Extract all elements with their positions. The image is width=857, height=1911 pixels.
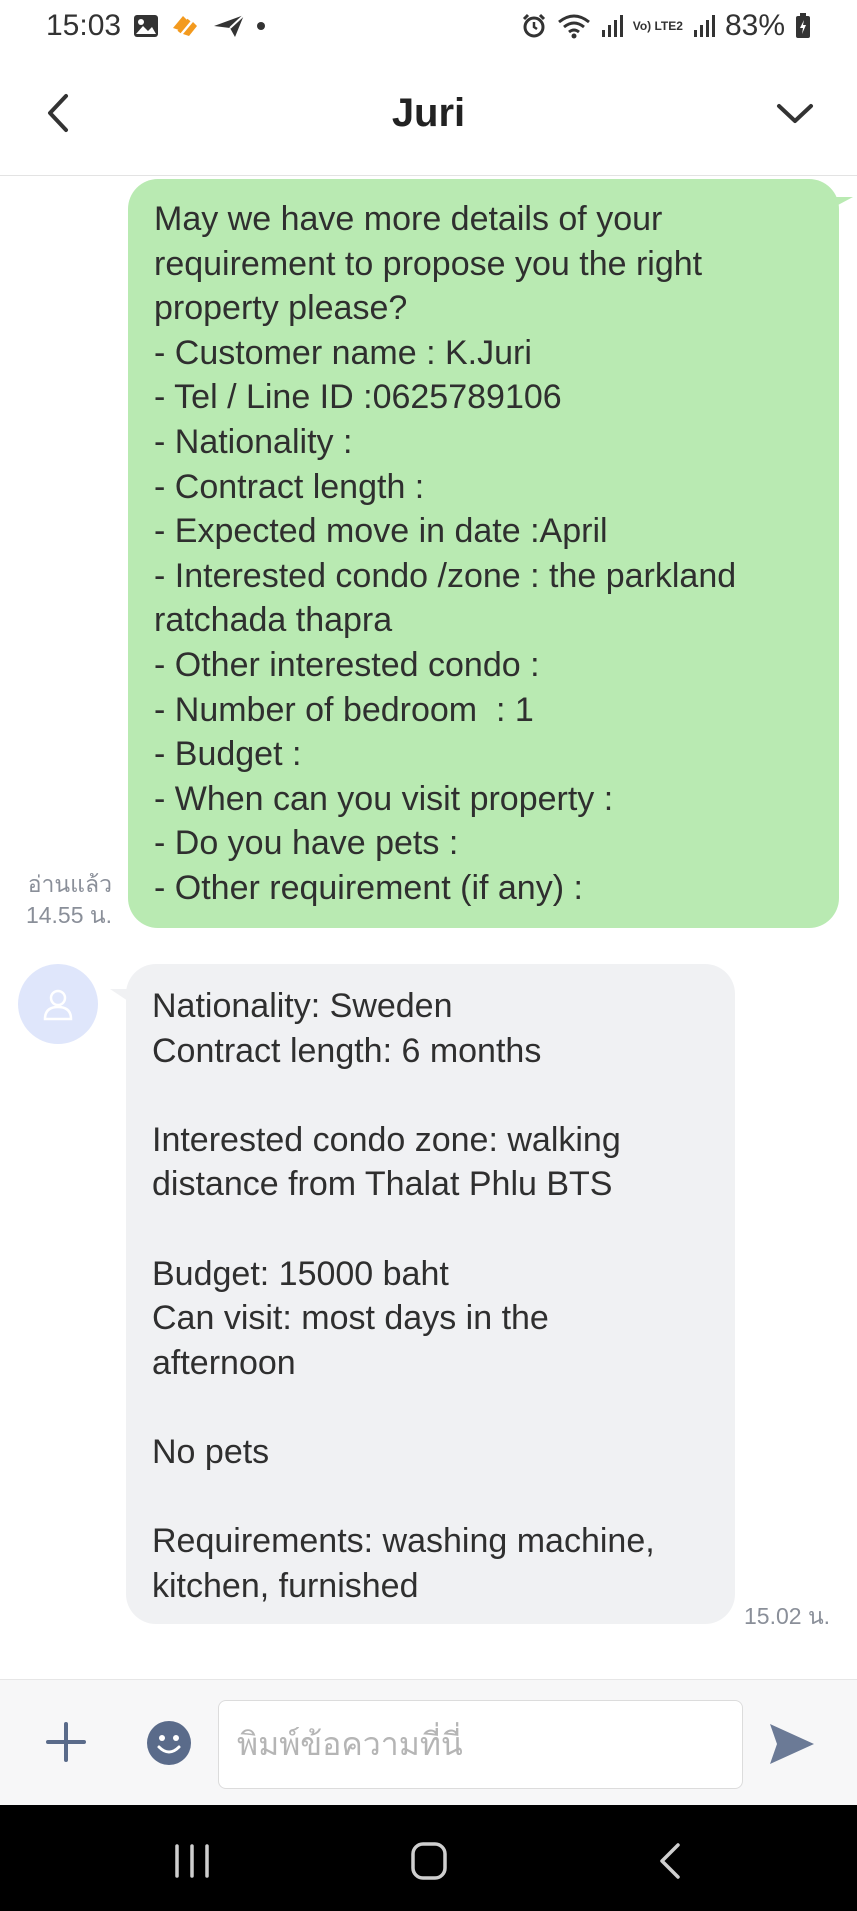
status-time: 15:03 <box>46 9 122 42</box>
send-notification-icon <box>213 14 245 38</box>
home-icon[interactable] <box>410 1841 448 1881</box>
nav-back-icon[interactable] <box>656 1841 684 1881</box>
plus-icon[interactable] <box>44 1720 88 1764</box>
chevron-down-icon[interactable] <box>773 96 817 130</box>
outgoing-message-time: 14.55 น. <box>25 902 112 928</box>
incoming-message[interactable]: Nationality: Sweden Contract length: 6 m… <box>126 964 735 1624</box>
recents-icon[interactable] <box>172 1843 212 1879</box>
read-receipt: อ่านแล้ว <box>27 871 112 897</box>
incoming-message-time: 15.02 น. <box>744 1603 831 1629</box>
volte-icon: Vo) LTE2 <box>632 19 683 33</box>
status-bar: 15:03 Vo) LTE2 83% <box>0 0 857 52</box>
chat-title: Juri <box>391 91 466 135</box>
signal-icon <box>601 14 623 38</box>
status-left: 15:03 <box>46 9 266 43</box>
battery-icon <box>795 13 811 39</box>
gallery-icon <box>133 14 159 38</box>
message-input-bar <box>0 1679 857 1805</box>
outgoing-message[interactable]: May we have more details of your require… <box>128 179 839 928</box>
chat-header: Juri <box>0 52 857 176</box>
chat-area[interactable]: May we have more details of your require… <box>0 177 857 1678</box>
avatar[interactable] <box>18 964 98 1044</box>
battery-percent: 83% <box>724 9 785 42</box>
app-notification-icon <box>171 14 201 38</box>
emoji-icon[interactable] <box>146 1720 192 1766</box>
outgoing-message-meta: อ่านแล้ว 14.55 น. <box>8 869 112 931</box>
status-right: Vo) LTE2 83% <box>521 9 811 43</box>
message-input[interactable] <box>218 1700 743 1789</box>
signal-icon <box>693 14 715 38</box>
alarm-icon <box>521 13 547 39</box>
system-nav-bar <box>0 1805 857 1911</box>
user-icon <box>43 989 73 1021</box>
wifi-icon <box>557 13 591 39</box>
send-icon[interactable] <box>768 1722 816 1766</box>
more-dot-icon <box>257 22 266 30</box>
back-arrow-icon[interactable] <box>40 90 80 136</box>
